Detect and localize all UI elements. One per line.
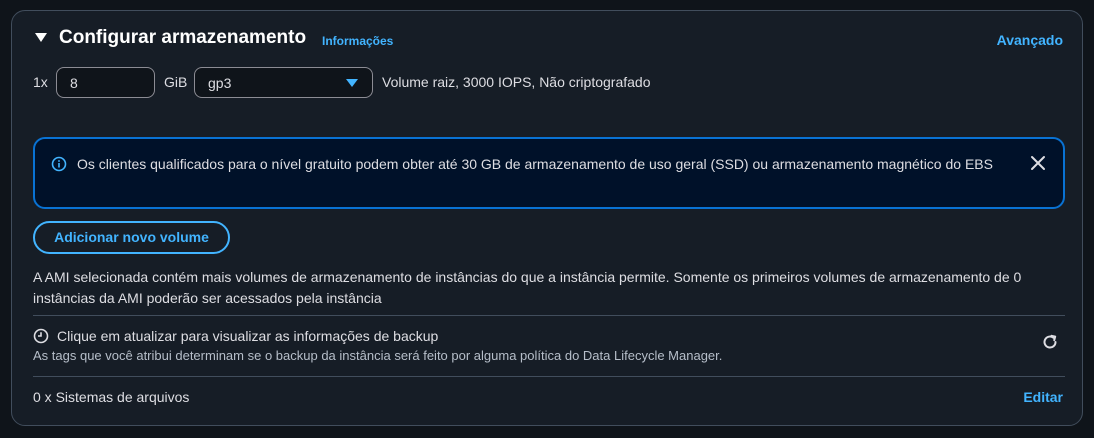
- caret-down-icon: [346, 79, 358, 87]
- collapse-caret-icon[interactable]: [35, 33, 47, 42]
- backup-description: As tags que você atribui determinam se o…: [33, 348, 723, 363]
- info-icon: [51, 156, 67, 172]
- info-link[interactable]: Informações: [322, 34, 393, 48]
- alert-text: Os clientes qualificados para o nível gr…: [77, 156, 993, 172]
- volume-type-value: gp3: [208, 75, 232, 91]
- volume-type-select[interactable]: gp3: [194, 67, 373, 98]
- refresh-icon[interactable]: [1041, 333, 1059, 351]
- free-tier-alert: Os clientes qualificados para o nível gr…: [33, 137, 1065, 209]
- ami-note: A AMI selecionada contém mais volumes de…: [33, 269, 1022, 306]
- section-title: Configurar armazenamento: [59, 27, 307, 48]
- volume-size-input[interactable]: [56, 67, 155, 98]
- advanced-link[interactable]: Avançado: [997, 32, 1063, 48]
- file-systems-label: 0 x Sistemas de arquivos: [33, 389, 190, 405]
- add-volume-button[interactable]: Adicionar novo volume: [33, 221, 230, 254]
- backup-title: Clique em atualizar para visualizar as i…: [57, 328, 439, 344]
- close-icon[interactable]: [1029, 154, 1047, 172]
- configure-storage-panel: Configurar armazenamento Informações Ava…: [11, 10, 1083, 426]
- volume-count-label: 1x: [33, 74, 48, 90]
- volume-summary: Volume raiz, 3000 IOPS, Não criptografad…: [382, 74, 651, 90]
- divider: [33, 376, 1065, 377]
- clock-icon: [33, 328, 49, 344]
- divider: [33, 315, 1065, 316]
- volume-size-unit: GiB: [164, 74, 188, 90]
- edit-file-systems-link[interactable]: Editar: [1023, 389, 1063, 405]
